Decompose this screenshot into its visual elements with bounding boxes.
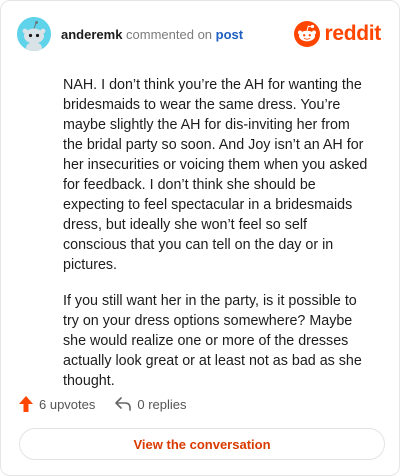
comment-body: NAH. I don’t think you’re the AH for wan… (63, 75, 369, 407)
reddit-wordmark: reddit (324, 22, 381, 45)
reply-count: 0 replies (137, 396, 187, 412)
comment-paragraph: NAH. I don’t think you’re the AH for wan… (63, 77, 368, 273)
username-link[interactable]: anderemk (61, 27, 122, 42)
reddit-logo[interactable]: reddit (294, 19, 381, 49)
comment-header: anderemk commented on post reddit (17, 17, 383, 53)
snoo-avatar-icon[interactable] (17, 17, 51, 51)
upvote-arrow-icon (19, 396, 33, 412)
comment-actions: 6 upvotes 0 replies (19, 394, 207, 414)
commented-on-text: commented on (126, 27, 213, 42)
comment-paragraph: If you still want her in the party, is i… (63, 293, 362, 389)
view-conversation-button[interactable]: View the conversation (19, 428, 385, 460)
upvote-count: 6 upvotes (39, 396, 96, 412)
post-link[interactable]: post (216, 27, 243, 42)
reddit-logo-icon (294, 21, 321, 47)
comment-meta: anderemk commented on post (61, 27, 243, 43)
comment-card: anderemk commented on post reddit NAH. I… (0, 0, 400, 476)
reply-button[interactable]: 0 replies (115, 396, 187, 412)
reply-arrow-icon (115, 397, 132, 411)
upvote-button[interactable]: 6 upvotes (19, 396, 95, 412)
